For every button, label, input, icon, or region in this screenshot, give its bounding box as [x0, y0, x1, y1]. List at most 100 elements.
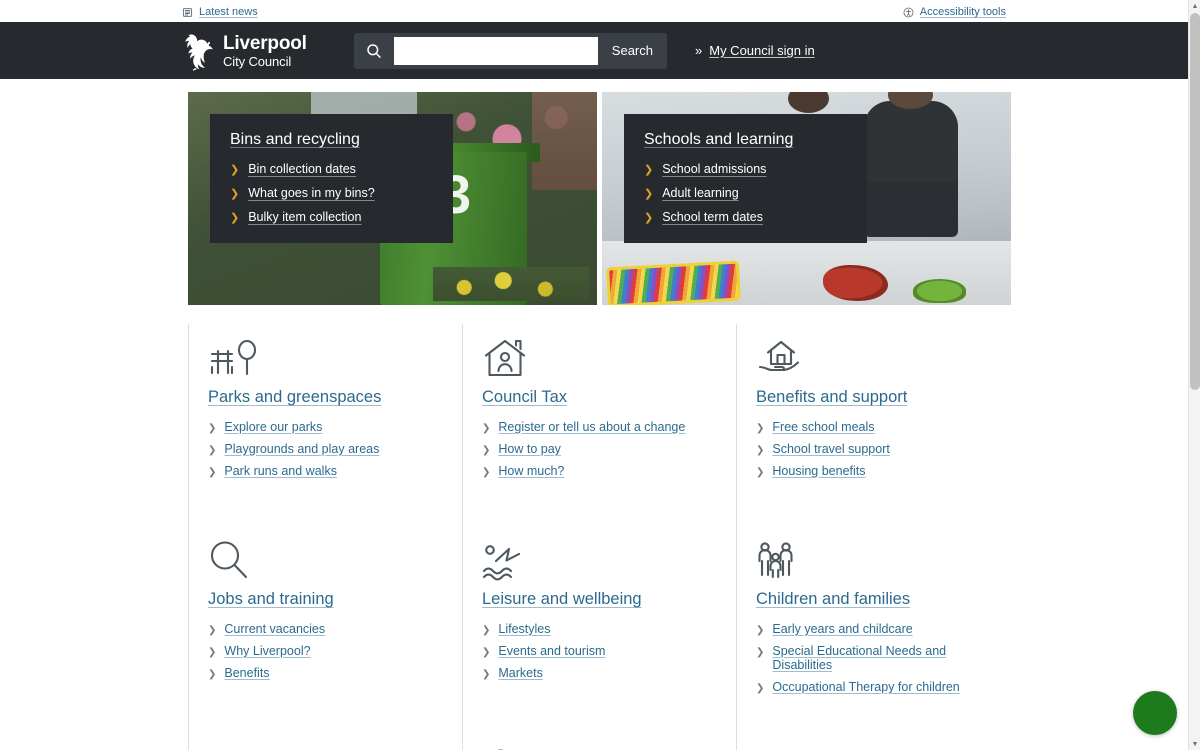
chevron-right-icon: ❯ — [482, 670, 490, 680]
chevron-right-icon: ❯ — [482, 424, 490, 434]
category-link-school-travel-support[interactable]: ❯ School travel support — [756, 442, 996, 456]
category-link-list: ❯ Explore our parks ❯ Playgrounds and pl… — [208, 420, 448, 478]
category-link-how-much[interactable]: ❯ How much? — [482, 464, 722, 478]
category-card-jobs-and-training: Jobs and training ❯ Current vacancies ❯ … — [188, 524, 462, 732]
category-link-events-and-tourism[interactable]: ❯ Events and tourism — [482, 644, 722, 658]
category-link-special-educational-needs-and-disabilities[interactable]: ❯ Special Educational Needs and Disabili… — [756, 644, 996, 672]
page-scrollbar[interactable]: ▲ ▼ — [1188, 0, 1200, 750]
chevron-right-icon: ❯ — [756, 446, 764, 456]
house-in-hand-icon — [756, 336, 996, 380]
chevron-right-icon: ❯ — [644, 189, 653, 200]
scroll-down-arrow[interactable]: ▼ — [1189, 738, 1200, 750]
site-header: Liverpool City Council Search » My Counc… — [0, 22, 1188, 79]
logo-text: Liverpool City Council — [223, 34, 307, 68]
category-title-link[interactable]: Jobs and training — [208, 590, 334, 609]
category-link-list: ❯ Early years and childcare ❯ Special Ed… — [756, 622, 996, 694]
category-link-housing-benefits[interactable]: ❯ Housing benefits — [756, 464, 996, 478]
chevron-right-icon: ❯ — [208, 648, 216, 658]
magnifier-icon — [208, 538, 448, 582]
category-link-occupational-therapy-for-children[interactable]: ❯ Occupational Therapy for children — [756, 680, 996, 694]
category-card-council-tax: Council Tax ❯ Register or tell us about … — [462, 324, 736, 524]
category-card-partial-2 — [462, 732, 736, 750]
category-link-label: Playgrounds and play areas — [224, 442, 379, 456]
category-grid: Parks and greenspaces ❯ Explore our park… — [188, 324, 1012, 750]
category-link-current-vacancies[interactable]: ❯ Current vacancies — [208, 622, 448, 636]
category-title-link[interactable]: Council Tax — [482, 388, 567, 407]
promo-panel-schools: Schools and learning ❯ School admissions… — [624, 114, 867, 243]
search-icon[interactable] — [354, 33, 394, 69]
chevron-right-icon: ❯ — [756, 626, 764, 636]
category-title-link[interactable]: Leisure and wellbeing — [482, 590, 642, 609]
chevron-right-icon: ❯ — [644, 165, 653, 176]
promo-panel-bins: Bins and recycling ❯ Bin collection date… — [210, 114, 453, 243]
category-link-markets[interactable]: ❯ Markets — [482, 666, 722, 680]
chevron-right-icon: ❯ — [756, 684, 764, 694]
family-icon — [756, 538, 996, 582]
category-link-label: Park runs and walks — [224, 464, 337, 478]
liver-bird-icon — [182, 31, 216, 71]
category-link-benefits[interactable]: ❯ Benefits — [208, 666, 448, 680]
page-root: Latest news Accessibility tools — [0, 0, 1200, 750]
chevron-right-icon: ❯ — [230, 213, 239, 224]
category-link-how-to-pay[interactable]: ❯ How to pay — [482, 442, 722, 456]
chevron-right-icon: ❯ — [208, 424, 216, 434]
promo-title: Bins and recycling — [230, 131, 433, 149]
logo-line-1: Liverpool — [223, 34, 307, 53]
category-link-explore-our-parks[interactable]: ❯ Explore our parks — [208, 420, 448, 434]
chevron-right-icon: ❯ — [756, 424, 764, 434]
category-link-park-runs-and-walks[interactable]: ❯ Park runs and walks — [208, 464, 448, 478]
category-link-label: School travel support — [772, 442, 889, 456]
promo-link-bin-collection-dates[interactable]: ❯ Bin collection dates — [230, 162, 433, 176]
promo-link-label: Bin collection dates — [248, 162, 356, 176]
promo-link-school-term-dates[interactable]: ❯ School term dates — [644, 210, 847, 224]
tools-icon — [756, 746, 996, 750]
chevron-right-icon: ❯ — [208, 670, 216, 680]
search-input[interactable] — [394, 37, 598, 65]
chevron-right-icon: ❯ — [230, 189, 239, 200]
promo-link-school-admissions[interactable]: ❯ School admissions — [644, 162, 847, 176]
hero-promos: 33 Bins and recycling ❯ Bin collection d… — [188, 92, 1012, 305]
search-button[interactable]: Search — [598, 33, 667, 69]
promo-title: Schools and learning — [644, 131, 847, 149]
latest-news-link[interactable]: Latest news — [182, 7, 258, 18]
promo-link-list: ❯ School admissions ❯ Adult learning ❯ S… — [644, 162, 847, 224]
category-link-early-years-and-childcare[interactable]: ❯ Early years and childcare — [756, 622, 996, 636]
site-logo[interactable]: Liverpool City Council — [182, 31, 354, 71]
category-link-label: How to pay — [498, 442, 561, 456]
category-link-register-or-tell-us-about-a-change[interactable]: ❯ Register or tell us about a change — [482, 420, 722, 434]
promo-link-label: What goes in my bins? — [248, 186, 374, 200]
accessibility-icon — [903, 7, 914, 18]
category-link-label: Events and tourism — [498, 644, 605, 658]
chevron-right-icon: ❯ — [208, 626, 216, 636]
promo-link-adult-learning[interactable]: ❯ Adult learning — [644, 186, 847, 200]
promo-link-bulky-item-collection[interactable]: ❯ Bulky item collection — [230, 210, 433, 224]
chevron-right-icon: ❯ — [756, 468, 764, 478]
category-card-leisure-and-wellbeing: Leisure and wellbeing ❯ Lifestyles ❯ Eve… — [462, 524, 736, 732]
chevron-right-icon: ❯ — [208, 468, 216, 478]
category-link-lifestyles[interactable]: ❯ Lifestyles — [482, 622, 722, 636]
category-link-free-school-meals[interactable]: ❯ Free school meals — [756, 420, 996, 434]
category-link-label: Occupational Therapy for children — [772, 680, 959, 694]
double-chevron-icon: » — [695, 44, 702, 57]
category-link-why-liverpool[interactable]: ❯ Why Liverpool? — [208, 644, 448, 658]
category-link-playgrounds-and-play-areas[interactable]: ❯ Playgrounds and play areas — [208, 442, 448, 456]
category-title-link[interactable]: Benefits and support — [756, 388, 907, 407]
search-bar: Search — [354, 33, 667, 69]
category-title-link[interactable]: Parks and greenspaces — [208, 388, 381, 407]
utility-bar: Latest news Accessibility tools — [0, 0, 1188, 22]
chevron-right-icon: ❯ — [644, 213, 653, 224]
promo-link-label: School admissions — [662, 162, 766, 176]
accessibility-tools-link[interactable]: Accessibility tools — [903, 7, 1006, 18]
promo-link-label: Adult learning — [662, 186, 738, 200]
promo-link-label: Bulky item collection — [248, 210, 361, 224]
scrollbar-thumb[interactable] — [1190, 13, 1200, 390]
category-title-link[interactable]: Children and families — [756, 590, 910, 609]
chat-bubble-icon[interactable] — [1133, 691, 1177, 735]
chevron-right-icon: ❯ — [756, 648, 764, 658]
promo-link-what-goes-in-my-bins[interactable]: ❯ What goes in my bins? — [230, 186, 433, 200]
category-link-list: ❯ Lifestyles ❯ Events and tourism ❯ Mark… — [482, 622, 722, 680]
chevron-right-icon: ❯ — [482, 626, 490, 636]
my-council-signin-link[interactable]: » My Council sign in — [695, 43, 815, 58]
category-link-label: Register or tell us about a change — [498, 420, 685, 434]
scroll-up-arrow[interactable]: ▲ — [1189, 0, 1200, 12]
